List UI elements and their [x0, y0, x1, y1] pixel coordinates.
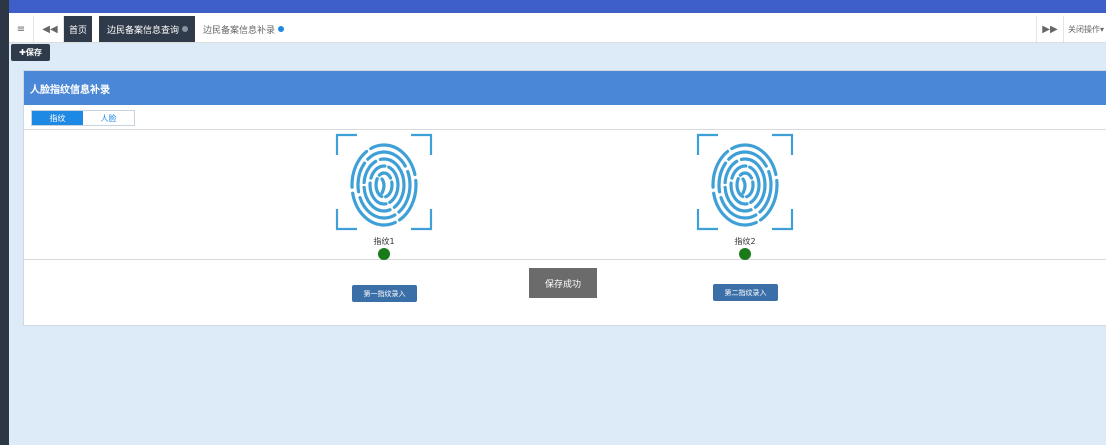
tab-home-label: 首页 — [68, 25, 87, 36]
biometric-subtabs: 指纹 人脸 — [31, 110, 135, 126]
fingerprint-1-icon — [335, 133, 433, 231]
close-tab-icon[interactable] — [182, 26, 189, 32]
close-tab-icon[interactable] — [278, 26, 285, 32]
tab-label: 边民备案信息补录 — [203, 25, 276, 36]
scroll-left-icon[interactable]: ◀◀ — [37, 16, 64, 42]
tab-bar: ≡ ◀◀ 首页 边民备案信息查询 边民备案信息补录 ▶▶ 关闭操作▾ — [9, 16, 1106, 43]
tab-label: 边民备案信息查询 — [107, 25, 180, 36]
tab-border-resident-supplement[interactable]: 边民备案信息补录 — [195, 16, 309, 42]
success-toast: 保存成功 — [529, 268, 597, 298]
fingerprint-2-label: 指纹2 — [734, 237, 756, 246]
subtab-face[interactable]: 人脸 — [83, 111, 134, 125]
tab-home[interactable]: 首页 — [64, 16, 92, 42]
menu-icon[interactable]: ≡ — [9, 16, 34, 42]
subtab-fingerprint[interactable]: 指纹 — [32, 111, 83, 125]
first-fingerprint-enroll-button[interactable]: 第一指纹录入 — [352, 285, 417, 302]
scroll-right-icon[interactable]: ▶▶ — [1036, 16, 1064, 42]
sidebar — [0, 0, 9, 445]
fingerprint-2-status-indicator — [739, 248, 751, 260]
tab-border-resident-query[interactable]: 边民备案信息查询 — [99, 16, 209, 42]
app-frame: ≡ ◀◀ 首页 边民备案信息查询 边民备案信息补录 ▶▶ 关闭操作▾ ✚保存 人… — [0, 0, 1106, 445]
second-fingerprint-enroll-button[interactable]: 第二指纹录入 — [713, 284, 778, 301]
divider — [24, 259, 1106, 260]
divider — [24, 129, 1106, 130]
fingerprint-1-label: 指纹1 — [373, 237, 395, 246]
panel-title: 人脸指纹信息补录 — [24, 71, 1106, 105]
close-operations-dropdown[interactable]: 关闭操作▾ — [1063, 16, 1106, 42]
top-strip — [9, 0, 1106, 13]
fingerprint-1-status-indicator — [378, 248, 390, 260]
save-button[interactable]: ✚保存 — [11, 44, 50, 61]
fingerprint-2-icon — [696, 133, 794, 231]
